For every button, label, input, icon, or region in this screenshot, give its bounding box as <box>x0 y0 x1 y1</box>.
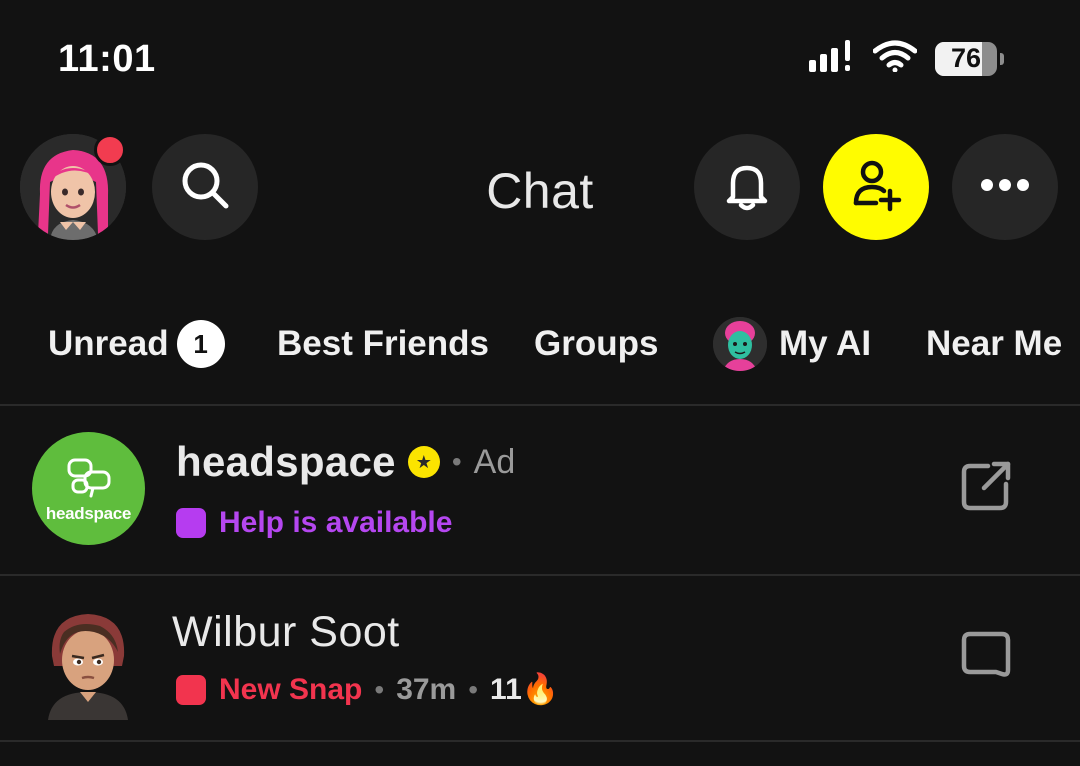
star-badge-icon: ★ <box>407 446 440 478</box>
wifi-icon <box>872 40 918 77</box>
chat-row-wilbur-soot[interactable]: Wilbur Soot New Snap • 37m • 11 🔥 <box>0 578 1080 740</box>
tab-groups[interactable]: Groups <box>534 314 658 374</box>
separator-dot: • <box>468 673 479 705</box>
tab-best-friends[interactable]: Best Friends <box>277 314 489 374</box>
battery-icon: 76 <box>935 41 1004 76</box>
battery-percentage: 76 <box>950 43 982 73</box>
purple-square-icon <box>176 508 206 538</box>
wilbur-status-line: New Snap • 37m • 11 🔥 <box>176 672 559 707</box>
cellular-signal-icon <box>809 40 855 77</box>
status-icons: 76 <box>809 40 1004 77</box>
tab-unread[interactable]: Unread 1 <box>48 314 225 374</box>
wilbur-avatar <box>38 596 138 720</box>
more-options-button[interactable] <box>952 134 1058 240</box>
ad-subtitle-line: Help is available <box>176 506 452 540</box>
fire-icon: 🔥 <box>521 673 560 706</box>
tab-near-me[interactable]: Near Me <box>926 314 1062 374</box>
red-square-icon <box>176 674 206 705</box>
bell-icon <box>719 157 775 218</box>
ad-name-line: headspace ★ • Ad <box>176 438 515 486</box>
chat-row-headspace-ad[interactable]: headspace headspace ★ • Ad Help is avail… <box>0 408 1080 574</box>
chat-reply-button[interactable] <box>958 628 1014 684</box>
chat-header: Chat <box>0 134 1080 240</box>
divider <box>0 404 1080 406</box>
last-activity-time: 37m <box>396 672 457 706</box>
unread-count-badge: 1 <box>176 320 225 368</box>
ad-tag: Ad <box>473 442 516 481</box>
chat-name: headspace <box>176 438 396 485</box>
divider <box>0 574 1080 576</box>
status-bar: 11:01 76 <box>0 0 1080 110</box>
ad-subtitle: Help is available <box>219 506 453 539</box>
external-link-button[interactable] <box>958 460 1014 516</box>
add-friend-icon <box>846 155 906 220</box>
more-icon <box>979 177 1031 198</box>
separator-dot: • <box>451 446 462 477</box>
add-friend-button[interactable] <box>823 134 929 240</box>
tab-my-ai[interactable]: My AI <box>713 314 871 374</box>
streak-count: 11 <box>490 672 522 706</box>
divider <box>0 740 1080 742</box>
headspace-logo-text: headspace <box>45 503 132 523</box>
chat-name: Wilbur Soot <box>172 608 400 656</box>
notifications-button[interactable] <box>694 134 800 240</box>
chat-bubble-icon <box>960 628 1012 685</box>
separator-dot: • <box>374 673 385 705</box>
tab-unread-label: Unread <box>48 324 169 363</box>
chat-filter-tabs: Unread 1 Best Friends Groups My AI Near … <box>0 314 1080 374</box>
external-link-icon <box>958 458 1014 519</box>
headspace-logo: headspace <box>32 432 145 545</box>
my-ai-avatar <box>713 317 767 371</box>
snap-status: New Snap <box>219 672 363 706</box>
status-time: 11:01 <box>58 38 156 80</box>
tab-my-ai-label: My AI <box>779 324 872 363</box>
